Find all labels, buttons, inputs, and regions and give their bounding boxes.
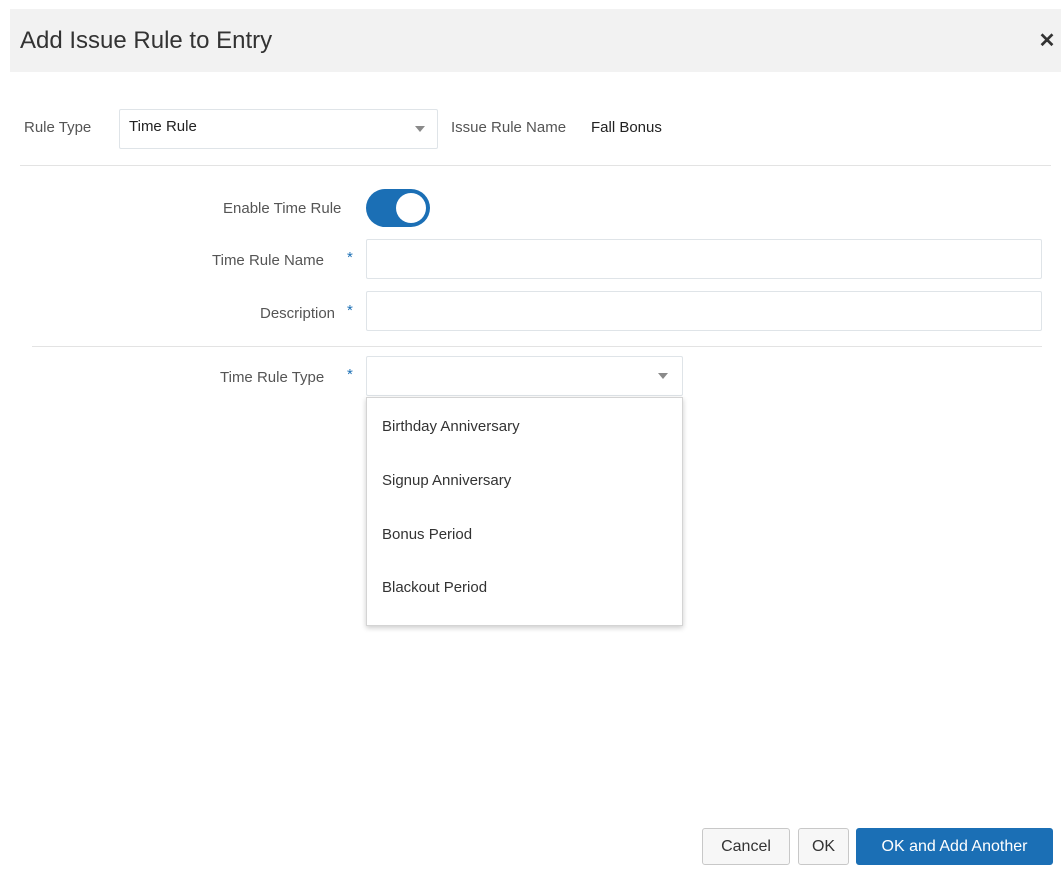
caret-down-icon (415, 126, 425, 132)
option-label: Bonus Period (382, 526, 473, 543)
rule-type-label: Rule Type (24, 119, 92, 136)
option-birthday-anniversary[interactable]: Birthday Anniversary (367, 404, 682, 452)
time-rule-type-label: Time Rule Type (220, 369, 325, 386)
required-asterisk: * (347, 249, 353, 266)
cancel-button[interactable]: Cancel (702, 828, 790, 865)
issue-rule-name-value: Fall Bonus (591, 119, 662, 136)
required-asterisk: * (347, 302, 353, 319)
option-label: Blackout Period (382, 579, 488, 596)
ok-and-add-another-button[interactable]: OK and Add Another (856, 828, 1053, 865)
rule-type-select[interactable]: Time Rule (119, 109, 438, 149)
description-label: Description (260, 305, 336, 322)
enable-time-rule-toggle[interactable] (366, 189, 430, 227)
option-bonus-period[interactable]: Bonus Period (367, 512, 682, 560)
dialog-title: Add Issue Rule to Entry (20, 27, 273, 54)
option-blackout-period[interactable]: Blackout Period (367, 565, 682, 613)
option-label: Birthday Anniversary (382, 418, 520, 435)
close-icon[interactable]: ✕ (1035, 29, 1059, 53)
time-rule-type-dropdown: Birthday Anniversary Signup Anniversary … (366, 397, 683, 626)
toggle-knob (396, 193, 426, 223)
rule-type-value: Time Rule (129, 118, 197, 135)
option-label: Signup Anniversary (382, 472, 512, 489)
add-issue-rule-dialog: Add Issue Rule to Entry ✕ Rule Type Time… (10, 9, 1061, 880)
required-asterisk: * (347, 366, 353, 383)
time-rule-type-select[interactable] (366, 356, 683, 396)
time-rule-name-field[interactable] (366, 239, 1042, 279)
section-divider (20, 165, 1051, 166)
caret-down-icon (658, 373, 668, 379)
section-divider (32, 346, 1042, 347)
dialog-header: Add Issue Rule to Entry ✕ (10, 9, 1061, 72)
issue-rule-name-label: Issue Rule Name (451, 119, 567, 136)
description-field[interactable] (366, 291, 1042, 331)
time-rule-name-label: Time Rule Name (212, 252, 324, 269)
ok-button[interactable]: OK (798, 828, 849, 865)
enable-time-rule-label: Enable Time Rule (223, 200, 342, 217)
option-signup-anniversary[interactable]: Signup Anniversary (367, 458, 682, 506)
